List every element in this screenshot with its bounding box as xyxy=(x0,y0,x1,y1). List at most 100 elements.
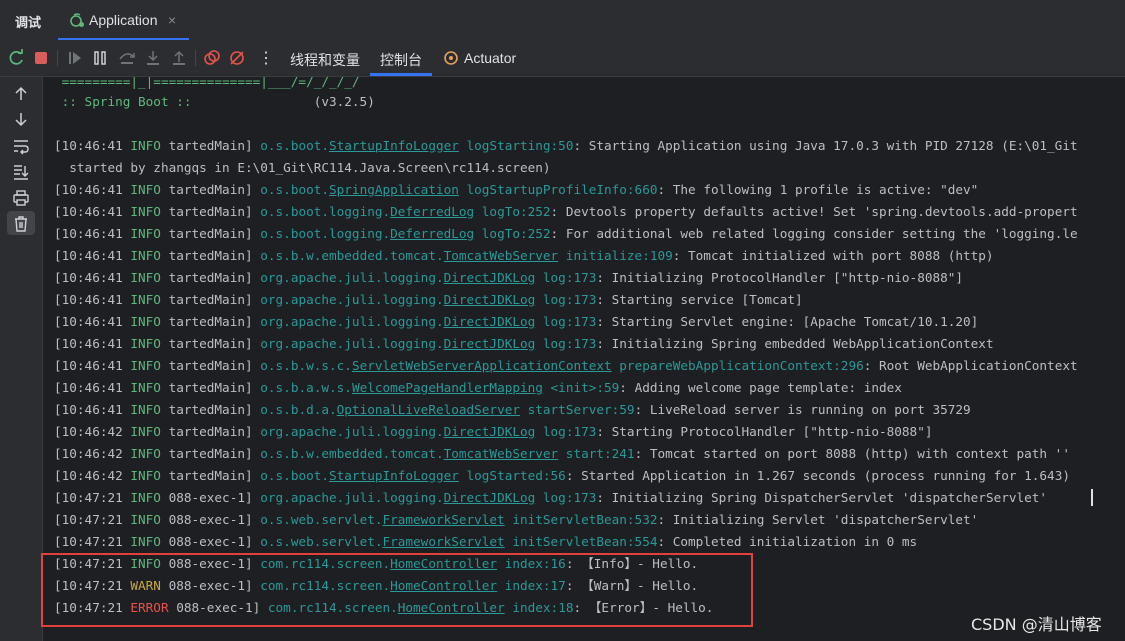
log-package: o.s.b.w.embedded.tomcat. xyxy=(260,248,444,263)
log-level: INFO xyxy=(130,270,161,285)
log-message: : Adding welcome page template: index xyxy=(619,380,902,395)
resume-icon[interactable] xyxy=(65,48,85,68)
log-class-link[interactable]: DeferredLog xyxy=(390,204,474,219)
log-line: [10:47:21 INFO 088-exec-1] o.s.web.servl… xyxy=(54,531,917,553)
log-class-link[interactable]: ServletWebServerApplicationContext xyxy=(352,358,612,373)
log-message: : LiveReload server is running on port 3… xyxy=(634,402,971,417)
log-class-link[interactable]: StartupInfoLogger xyxy=(329,468,459,483)
trash-icon[interactable] xyxy=(11,214,31,234)
log-timestamp: [10:46:42 xyxy=(54,446,131,461)
log-class-link[interactable]: TomcatWebServer xyxy=(444,248,559,263)
log-class-link[interactable]: DirectJDKLog xyxy=(444,270,536,285)
view-breakpoints-icon[interactable] xyxy=(202,48,222,68)
log-package: o.s.boot. xyxy=(260,182,330,197)
step-over-icon[interactable] xyxy=(117,48,137,68)
log-method: logStartupProfileInfo:660 xyxy=(458,182,658,197)
log-timestamp: [10:46:42 xyxy=(54,468,131,483)
log-thread: 088-exec-1] xyxy=(160,490,261,505)
log-thread: tartedMain] xyxy=(160,138,261,153)
log-package: org.apache.juli.logging. xyxy=(260,292,444,307)
log-level: INFO xyxy=(130,402,161,417)
rerun-icon[interactable] xyxy=(7,48,27,68)
soft-wrap-icon[interactable] xyxy=(11,136,31,156)
log-thread: tartedMain] xyxy=(160,270,261,285)
stop-icon[interactable] xyxy=(31,48,51,68)
log-method: logTo:252 xyxy=(474,226,551,241)
toolbar-separator xyxy=(57,50,58,66)
log-thread: tartedMain] xyxy=(160,468,261,483)
log-class-link[interactable]: DirectJDKLog xyxy=(444,314,536,329)
log-line: [10:46:42 INFO tartedMain] org.apache.ju… xyxy=(54,421,932,443)
debug-toolbar: ⋮ 线程和变量 控制台 Actuator xyxy=(0,40,1125,77)
log-class-link[interactable]: DirectJDKLog xyxy=(444,424,536,439)
log-package: org.apache.juli.logging. xyxy=(260,336,444,351)
close-icon[interactable]: × xyxy=(168,12,176,28)
log-level: INFO xyxy=(130,380,161,395)
log-thread: tartedMain] xyxy=(160,380,261,395)
mute-breakpoints-icon[interactable] xyxy=(227,48,247,68)
log-package: o.s.b.d.a. xyxy=(260,402,337,417)
log-class-link[interactable]: DeferredLog xyxy=(390,226,474,241)
log-line: [10:46:41 INFO tartedMain] org.apache.ju… xyxy=(54,289,803,311)
log-method: log:173 xyxy=(535,490,597,505)
step-into-icon[interactable] xyxy=(143,48,163,68)
log-class-link[interactable]: DirectJDKLog xyxy=(444,336,536,351)
log-thread: tartedMain] xyxy=(160,424,261,439)
arrow-down-icon[interactable] xyxy=(11,109,31,129)
tab-console[interactable]: 控制台 xyxy=(380,50,422,70)
arrow-up-icon[interactable] xyxy=(11,84,31,104)
log-timestamp: [10:46:41 xyxy=(54,336,131,351)
log-timestamp: [10:46:42 xyxy=(54,424,131,439)
log-level: INFO xyxy=(130,314,161,329)
log-level: INFO xyxy=(130,468,161,483)
log-package: o.s.web.servlet. xyxy=(260,534,383,549)
log-method: log:173 xyxy=(535,424,597,439)
log-method: start:241 xyxy=(558,446,635,461)
pause-icon[interactable] xyxy=(90,48,110,68)
log-thread: tartedMain] xyxy=(160,248,261,263)
tab-application[interactable]: Application × xyxy=(58,0,189,40)
log-class-link[interactable]: DirectJDKLog xyxy=(444,490,536,505)
log-package: o.s.boot. xyxy=(260,138,330,153)
banner-version: (v3.2.5) xyxy=(199,94,375,109)
scroll-to-end-icon[interactable] xyxy=(11,162,31,182)
log-method: logTo:252 xyxy=(474,204,551,219)
step-out-icon[interactable] xyxy=(169,48,189,68)
log-class-link[interactable]: FrameworkServlet xyxy=(382,512,504,527)
log-timestamp: [10:47:21 xyxy=(54,490,131,505)
console-sidebar xyxy=(0,77,43,641)
highlight-box xyxy=(41,553,753,627)
log-class-link[interactable]: WelcomePageHandlerMapping xyxy=(352,380,543,395)
log-class-link[interactable]: StartupInfoLogger xyxy=(329,138,459,153)
log-package: org.apache.juli.logging. xyxy=(260,314,444,329)
log-thread: tartedMain] xyxy=(160,314,261,329)
log-level: INFO xyxy=(130,446,161,461)
log-class-link[interactable]: FrameworkServlet xyxy=(382,534,504,549)
log-timestamp: [10:46:41 xyxy=(54,358,131,373)
print-icon[interactable] xyxy=(11,188,31,208)
log-method: log:173 xyxy=(535,314,597,329)
tab-threads-variables[interactable]: 线程和变量 xyxy=(290,50,360,70)
log-timestamp: [10:46:41 xyxy=(54,402,131,417)
log-method: <init>:59 xyxy=(542,380,620,395)
log-level: INFO xyxy=(130,534,161,549)
log-line: [10:47:21 INFO 088-exec-1] org.apache.ju… xyxy=(54,487,1047,509)
log-level: INFO xyxy=(130,336,161,351)
log-class-link[interactable]: DirectJDKLog xyxy=(444,292,536,307)
more-icon[interactable]: ⋮ xyxy=(258,48,274,68)
tab-actuator[interactable]: Actuator xyxy=(464,50,516,66)
log-line: [10:46:41 INFO tartedMain] o.s.b.d.a.Opt… xyxy=(54,399,971,421)
log-timestamp: [10:46:41 xyxy=(54,248,131,263)
log-thread: tartedMain] xyxy=(160,402,261,417)
log-class-link[interactable]: TomcatWebServer xyxy=(444,446,559,461)
log-class-link[interactable]: OptionalLiveReloadServer xyxy=(337,402,520,417)
log-timestamp: [10:46:41 xyxy=(54,204,131,219)
log-thread: 088-exec-1] xyxy=(160,512,261,527)
log-package: org.apache.juli.logging. xyxy=(260,270,444,285)
log-method: logStarting:50 xyxy=(458,138,574,153)
log-thread: tartedMain] xyxy=(160,292,261,307)
debug-tool-window-header: 调试 Application × xyxy=(0,0,1125,41)
log-class-link[interactable]: SpringApplication xyxy=(329,182,459,197)
log-message: : Initializing Spring DispatcherServlet … xyxy=(596,490,1048,505)
log-thread: tartedMain] xyxy=(160,204,261,219)
